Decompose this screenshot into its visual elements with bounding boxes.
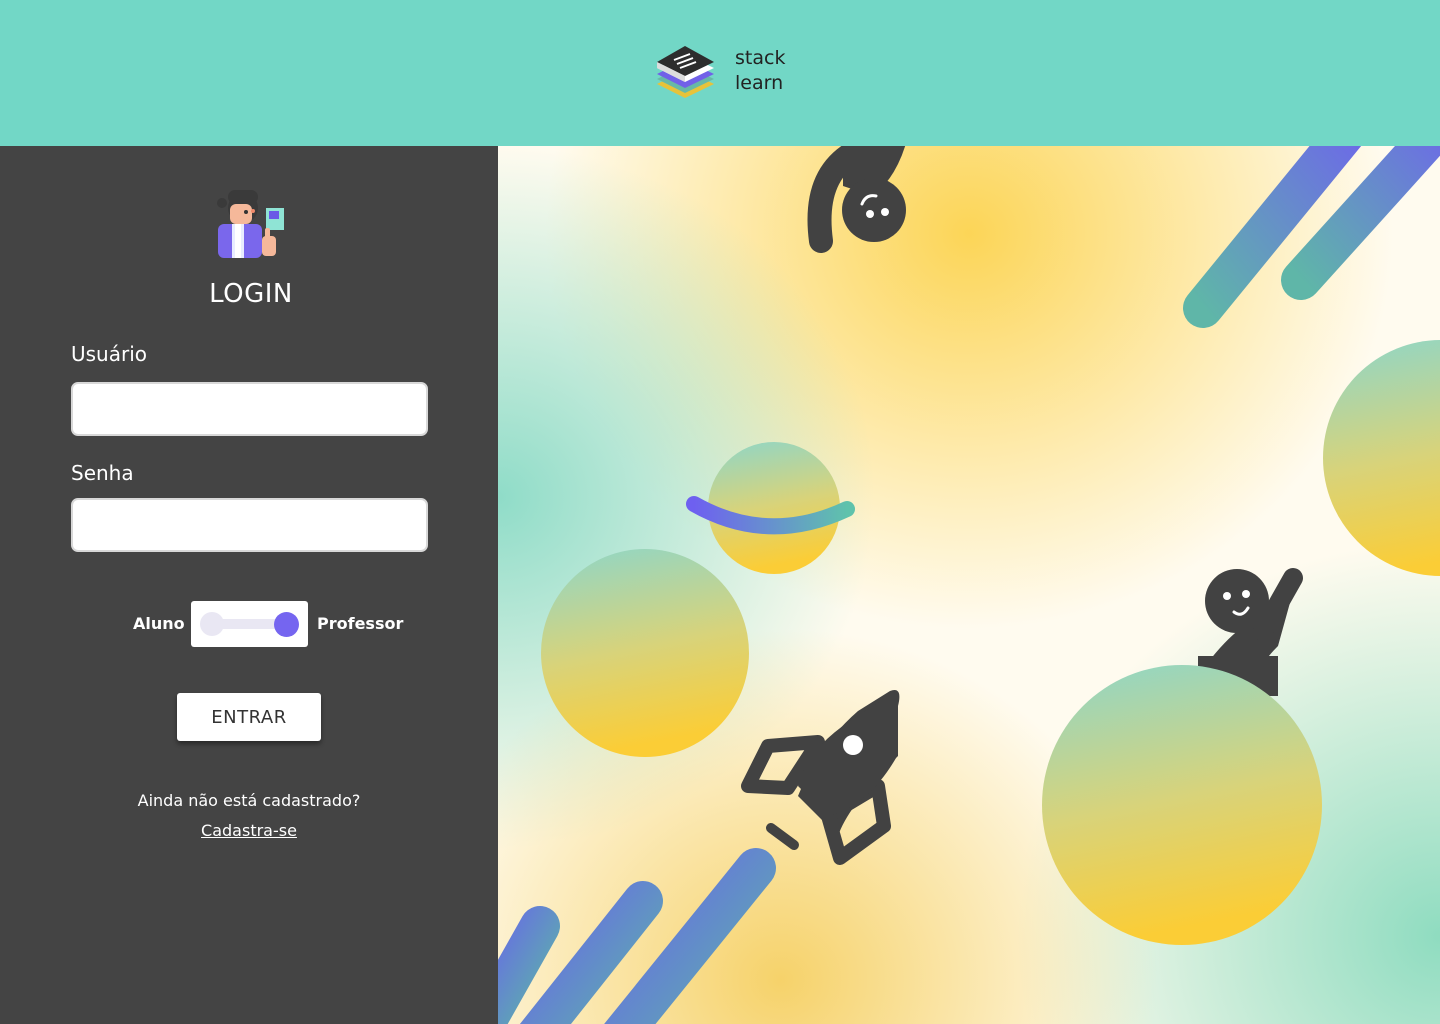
username-label: Usuário	[71, 342, 148, 366]
planet-left	[541, 549, 749, 757]
password-input[interactable]	[71, 498, 428, 552]
stacked-books-icon	[657, 46, 714, 98]
password-label: Senha	[71, 461, 134, 485]
username-input[interactable]	[71, 382, 428, 436]
brand-name: stack learn	[735, 46, 785, 96]
teacher-avatar-icon	[217, 190, 284, 258]
login-panel: LOGIN Usuário Senha Aluno Professor ENTR…	[0, 146, 498, 1024]
space-illustration	[498, 146, 1440, 1024]
brand-line-2: learn	[735, 72, 784, 94]
top-header: stack learn	[0, 0, 1440, 146]
role-toggle-row: Aluno Professor	[0, 601, 498, 647]
toggle-knob-inactive	[200, 612, 224, 636]
role-teacher-label: Professor	[317, 614, 404, 633]
login-title: LOGIN	[209, 279, 293, 309]
illustration-canvas	[498, 146, 1440, 1024]
role-toggle-switch[interactable]	[191, 601, 308, 647]
role-student-label: Aluno	[133, 614, 185, 633]
planet-large	[1042, 665, 1322, 945]
brand-logo[interactable]: stack learn	[652, 40, 812, 110]
toggle-knob-active	[274, 612, 299, 637]
enter-button[interactable]: ENTRAR	[177, 693, 321, 741]
brand-line-1: stack	[735, 47, 786, 69]
signup-question: Ainda não está cadastrado?	[137, 791, 361, 810]
signup-link[interactable]: Cadastra-se	[0, 821, 498, 840]
